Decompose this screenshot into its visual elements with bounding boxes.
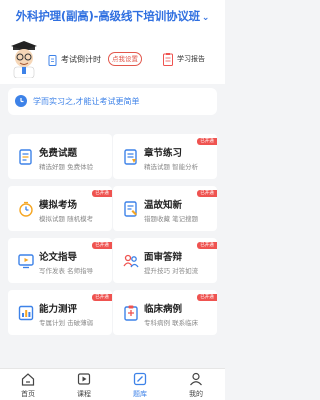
- tab-label: 我的: [189, 390, 203, 398]
- card-title: 临床病例: [144, 304, 183, 315]
- tab-profile[interactable]: 我的: [168, 369, 224, 400]
- card-free-questions[interactable]: 免费试题 精选好题 免费体验: [8, 134, 112, 179]
- monitor-icon: [18, 254, 34, 269]
- doctor-avatar-icon: [11, 41, 37, 78]
- card-paper-guidance[interactable]: 已开通 论文指导 写作发表 名师指导: [8, 238, 112, 283]
- course-title: 外科护理(副高)-高级线下培训协议班: [15, 9, 200, 23]
- card-subtitle: 提升技巧 对答如流: [144, 267, 199, 275]
- tab-question-bank[interactable]: 题库: [112, 369, 168, 400]
- home-icon: [21, 373, 35, 386]
- tab-label: 首页: [21, 390, 35, 398]
- course-selector[interactable]: 外科护理(副高)-高级线下培训协议班 ⌄: [0, 8, 225, 24]
- document-icon: [19, 149, 32, 165]
- edit-icon: [133, 372, 147, 386]
- card-chapter-practice[interactable]: 已开通 章节练习 精选试题 智能分析: [113, 134, 217, 179]
- opened-badge: 已开通: [197, 190, 217, 197]
- card-subtitle: 专属计划 击破薄弱: [39, 319, 94, 327]
- card-title: 论文指导: [39, 252, 78, 263]
- tab-label: 题库: [133, 390, 147, 398]
- report-icon[interactable]: [163, 53, 173, 66]
- card-title: 温故知新: [144, 200, 183, 211]
- tab-courses[interactable]: 课程: [56, 369, 112, 400]
- opened-badge: 已开通: [197, 242, 217, 249]
- card-subtitle: 模拟试题 随机模考: [39, 215, 94, 223]
- hourglass-icon: [48, 55, 57, 66]
- opened-badge: 已开通: [92, 242, 112, 249]
- people-icon: [123, 254, 139, 268]
- card-interview-defense[interactable]: 已开通 面审答辩 提升技巧 对答如流: [113, 238, 217, 283]
- card-subtitle: 写作发表 名师指导: [39, 267, 94, 275]
- clock-icon: [15, 95, 27, 107]
- card-subtitle: 错题收藏 笔记搜题: [144, 215, 199, 223]
- study-report-link[interactable]: 学习报告: [177, 54, 205, 64]
- card-clinical-cases[interactable]: 已开通 临床病例 专科病例 联系临床: [113, 290, 217, 335]
- app-header: 外科护理(副高)-高级线下培训协议班 ⌄: [0, 0, 225, 40]
- card-ability-assessment[interactable]: 已开通 能力测评 专属计划 击破薄弱: [8, 290, 112, 335]
- tab-label: 课程: [77, 390, 91, 398]
- card-subtitle: 精选试题 智能分析: [144, 163, 199, 171]
- card-subtitle: 专科病例 联系临床: [144, 319, 199, 327]
- stopwatch-icon: [19, 201, 33, 217]
- clipboard-icon: [124, 305, 138, 321]
- card-title: 能力测评: [39, 304, 78, 315]
- card-title: 模拟考场: [39, 200, 78, 211]
- chapter-book-icon: [124, 149, 137, 165]
- opened-badge: 已开通: [197, 138, 217, 145]
- user-icon: [190, 372, 202, 386]
- set-countdown-button[interactable]: 点我设置: [108, 52, 142, 66]
- opened-badge: 已开通: [197, 294, 217, 301]
- chart-icon: [18, 305, 34, 321]
- card-mock-exam[interactable]: 已开通 模拟考场 模拟试题 随机模考: [8, 186, 112, 231]
- card-review[interactable]: 已开通 温故知新 错题收藏 笔记搜题: [113, 186, 217, 231]
- notes-icon: [124, 201, 137, 217]
- motivation-banner: 学而实习之,才能让考试更简单: [8, 88, 217, 115]
- opened-badge: 已开通: [92, 190, 112, 197]
- chevron-down-icon: ⌄: [201, 13, 210, 23]
- card-title: 免费试题: [39, 148, 78, 159]
- bottom-tab-bar: 首页 课程 题库 我的: [0, 368, 225, 400]
- card-title: 章节练习: [144, 148, 183, 159]
- card-title: 面审答辩: [144, 252, 183, 263]
- card-subtitle: 精选好题 免费体验: [39, 163, 94, 171]
- tab-home[interactable]: 首页: [0, 369, 56, 400]
- video-icon: [77, 373, 91, 385]
- opened-badge: 已开通: [92, 294, 112, 301]
- exam-countdown-label: 考试倒计时: [61, 55, 101, 64]
- hero-panel: 考试倒计时 点我设置 学习报告: [0, 40, 225, 84]
- motivation-text: 学而实习之,才能让考试更简单: [33, 97, 140, 106]
